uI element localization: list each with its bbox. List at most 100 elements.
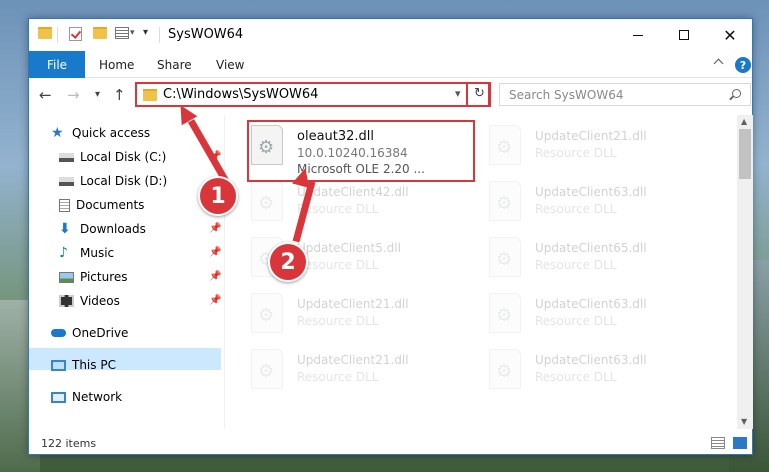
file-tile[interactable]: UpdateClient63.dll Resource DLL <box>467 345 692 399</box>
maximize-icon <box>679 30 689 40</box>
file-type: Resource DLL <box>535 146 617 160</box>
tab-view[interactable]: View <box>216 51 244 78</box>
file-name: UpdateClient63.dll <box>535 353 647 367</box>
file-name: UpdateClient21.dll <box>535 129 647 143</box>
pin-icon[interactable]: 📌 <box>209 247 221 258</box>
dll-file-icon <box>489 181 521 221</box>
file-type: Resource DLL <box>297 314 379 328</box>
file-tile[interactable]: UpdateClient42.dll Resource DLL <box>229 177 454 231</box>
sidebar-item-network[interactable]: Network <box>51 386 122 408</box>
sidebar-item-local-disk-c[interactable]: Local Disk (C:) <box>59 146 166 168</box>
tab-home[interactable]: Home <box>99 51 134 78</box>
dll-file-icon <box>251 293 283 333</box>
dll-file-icon <box>251 349 283 389</box>
computer-icon <box>51 359 66 371</box>
file-type: Resource DLL <box>297 258 379 272</box>
file-name: UpdateClient21.dll <box>297 297 409 311</box>
properties-icon[interactable]: ▾ <box>115 27 135 39</box>
scroll-down-arrow-icon[interactable]: ▼ <box>741 417 747 426</box>
close-button[interactable]: ✕ <box>707 19 753 51</box>
drive-icon <box>59 152 74 162</box>
music-note-icon: ♪ <box>59 244 68 261</box>
recent-locations-chevron-icon[interactable]: ▾ <box>95 89 100 100</box>
quick-access-folder-icon <box>38 27 52 39</box>
file-tile[interactable]: UpdateClient63.dll Resource DLL <box>467 289 692 343</box>
expand-ribbon-chevron-icon[interactable] <box>713 58 724 69</box>
up-arrow-icon[interactable]: ↑ <box>113 86 126 104</box>
tiles-view-icon[interactable] <box>733 437 747 449</box>
sidebar-item-onedrive[interactable]: OneDrive <box>51 322 128 344</box>
pin-icon[interactable]: 📌 <box>209 271 221 282</box>
close-icon: ✕ <box>723 25 737 45</box>
file-tile[interactable]: UpdateClient5.dll Resource DLL <box>229 233 454 287</box>
window-title: SysWOW64 <box>168 27 244 42</box>
cloud-icon <box>51 329 66 337</box>
dll-file-icon <box>489 349 521 389</box>
back-arrow-icon[interactable]: ← <box>39 86 52 104</box>
new-folder-icon[interactable] <box>93 27 107 39</box>
title-bar: ▾ ▾ SysWOW64 ✕ <box>29 19 752 51</box>
file-name: UpdateClient5.dll <box>297 241 401 255</box>
sidebar-item-downloads[interactable]: ⬇ Downloads <box>59 218 146 240</box>
properties-check-icon[interactable] <box>69 27 82 41</box>
download-arrow-icon: ⬇ <box>59 220 71 237</box>
address-folder-icon <box>143 88 157 101</box>
customize-toolbar-icon[interactable]: ▾ <box>143 27 148 38</box>
file-name: UpdateClient65.dll <box>535 241 647 255</box>
file-name: oleaut32.dll <box>297 129 375 144</box>
minimize-icon <box>633 34 643 36</box>
sidebar-item-videos[interactable]: Videos <box>59 290 120 312</box>
navigation-pane: ★ Quick access Local Disk (C:) 📌 Local D… <box>29 115 225 429</box>
scrollbar-thumb[interactable] <box>739 129 751 179</box>
ribbon: File Home Share View ? <box>29 51 752 78</box>
navigation-bar: ← → ▾ ↑ C:\Windows\SysWOW64 ▾ ↻ Search S… <box>29 79 752 113</box>
tab-file[interactable]: File <box>29 51 85 78</box>
file-name: UpdateClient63.dll <box>535 185 647 199</box>
file-type: Resource DLL <box>535 370 617 384</box>
annotation-badge-2: 2 <box>268 242 308 282</box>
sidebar-item-pictures[interactable]: Pictures <box>59 266 128 288</box>
file-tile[interactable]: UpdateClient21.dll Resource DLL <box>229 345 454 399</box>
file-tile[interactable]: UpdateClient65.dll Resource DLL <box>467 233 692 287</box>
dll-file-icon <box>251 125 283 165</box>
star-icon: ★ <box>51 124 64 141</box>
maximize-button[interactable] <box>661 19 707 51</box>
sidebar-item-local-disk-d[interactable]: Local Disk (D:) <box>59 170 167 192</box>
file-tile[interactable]: UpdateClient63.dll Resource DLL <box>467 177 692 231</box>
dll-file-icon <box>489 125 521 165</box>
help-icon[interactable]: ? <box>735 57 751 73</box>
dll-file-icon <box>489 293 521 333</box>
vertical-scrollbar[interactable]: ▲ ▼ <box>737 115 753 429</box>
sidebar-item-documents[interactable]: Documents <box>59 194 144 216</box>
file-tile-oleaut32[interactable]: oleaut32.dll 10.0.10240.16384 Microsoft … <box>229 121 454 176</box>
file-tile[interactable]: UpdateClient21.dll Resource DLL <box>467 121 692 175</box>
refresh-icon[interactable]: ↻ <box>474 86 485 101</box>
file-version: 10.0.10240.16384 <box>297 146 408 160</box>
drive-icon <box>59 176 74 186</box>
search-icon[interactable] <box>732 89 741 98</box>
sidebar-item-music[interactable]: ♪ Music <box>59 242 114 264</box>
file-tile[interactable]: UpdateClient21.dll Resource DLL <box>229 289 454 343</box>
address-path[interactable]: C:\Windows\SysWOW64 <box>163 87 318 102</box>
sidebar-item-this-pc[interactable]: This PC <box>51 354 116 376</box>
address-dropdown-chevron-icon[interactable]: ▾ <box>455 87 461 100</box>
pin-icon[interactable]: 📌 <box>209 223 221 234</box>
explorer-window: ▾ ▾ SysWOW64 ✕ File Home Share View ? ← … <box>28 18 753 455</box>
sidebar-item-quick-access[interactable]: ★ Quick access <box>51 122 150 144</box>
forward-arrow-icon[interactable]: → <box>67 86 80 104</box>
file-type: Resource DLL <box>535 202 617 216</box>
file-type: Resource DLL <box>535 258 617 272</box>
scroll-up-arrow-icon[interactable]: ▲ <box>741 117 747 126</box>
minimize-button[interactable] <box>615 19 661 51</box>
file-name: UpdateClient21.dll <box>297 353 409 367</box>
file-name: UpdateClient63.dll <box>535 297 647 311</box>
dll-file-icon <box>251 181 283 221</box>
documents-icon <box>59 198 70 212</box>
details-view-icon[interactable] <box>711 437 725 449</box>
film-strip-icon <box>59 295 74 307</box>
search-input[interactable]: Search SysWOW64 <box>499 83 751 106</box>
tab-share[interactable]: Share <box>157 51 192 78</box>
annotation-badge-1: 1 <box>198 176 238 216</box>
pin-icon[interactable]: 📌 <box>209 295 221 306</box>
status-bar: 122 items <box>29 431 752 455</box>
